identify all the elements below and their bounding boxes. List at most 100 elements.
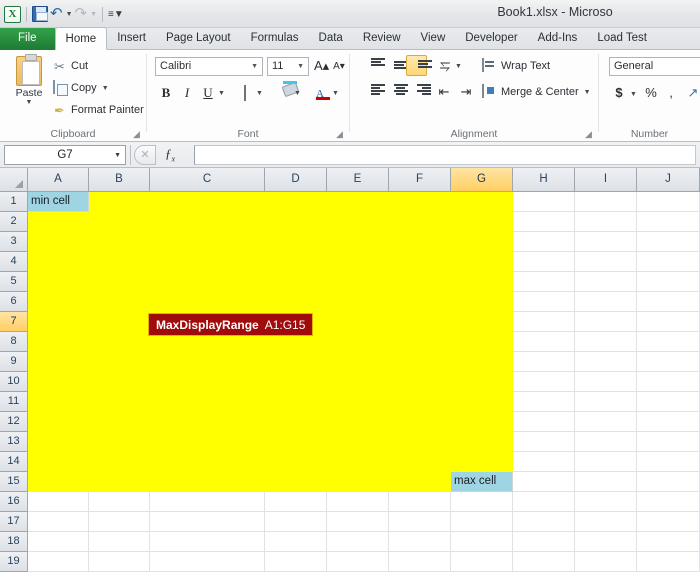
cell-H7[interactable] — [513, 312, 575, 332]
decrease-indent-icon[interactable]: ⇤ — [434, 82, 454, 102]
tab-developer[interactable]: Developer — [455, 28, 527, 50]
cell-I3[interactable] — [575, 232, 637, 252]
font-name-dropdown-icon[interactable]: ▼ — [251, 58, 258, 75]
row-header-2[interactable]: 2 — [0, 212, 28, 232]
underline-button[interactable]: U — [199, 83, 217, 103]
align-middle-icon[interactable] — [383, 56, 408, 76]
cell-D19[interactable] — [265, 552, 327, 572]
insert-function-icon[interactable]: ƒx — [156, 146, 184, 164]
font-color-dropdown-icon[interactable]: ▼ — [332, 90, 339, 97]
tab-formulas[interactable]: Formulas — [241, 28, 309, 50]
cell-J14[interactable] — [637, 452, 700, 472]
row-header-13[interactable]: 13 — [0, 432, 28, 452]
orientation-dropdown-icon[interactable]: ▼ — [455, 63, 462, 70]
cell-I14[interactable] — [575, 452, 637, 472]
column-header-C[interactable]: C — [150, 168, 265, 192]
cell-I15[interactable] — [575, 472, 637, 492]
cell-I4[interactable] — [575, 252, 637, 272]
tab-data[interactable]: Data — [309, 28, 353, 50]
cell-I1[interactable] — [575, 192, 637, 212]
cell-H13[interactable] — [513, 432, 575, 452]
align-left-icon[interactable] — [360, 82, 385, 102]
cell-E16[interactable] — [327, 492, 389, 512]
cell-J3[interactable] — [637, 232, 700, 252]
clipboard-dialog-launcher-icon[interactable]: ◢ — [133, 130, 142, 139]
cell-J16[interactable] — [637, 492, 700, 512]
cell-J8[interactable] — [637, 332, 700, 352]
cell-J18[interactable] — [637, 532, 700, 552]
align-center-icon[interactable] — [383, 82, 408, 102]
column-header-D[interactable]: D — [265, 168, 327, 192]
merge-center-button[interactable]: Merge & Center ▼ — [482, 82, 591, 102]
copy-dropdown-icon[interactable]: ▼ — [102, 85, 109, 92]
row-header-18[interactable]: 18 — [0, 532, 28, 552]
cancel-enter-icons[interactable]: ✕ — [134, 145, 156, 165]
tab-insert[interactable]: Insert — [107, 28, 156, 50]
cell-H11[interactable] — [513, 392, 575, 412]
cell-G19[interactable] — [451, 552, 513, 572]
tab-home[interactable]: Home — [54, 27, 108, 50]
cell-A16[interactable] — [28, 492, 89, 512]
cell-B17[interactable] — [89, 512, 150, 532]
name-box-dropdown-icon[interactable]: ▼ — [114, 146, 121, 165]
cell-H12[interactable] — [513, 412, 575, 432]
cell-E17[interactable] — [327, 512, 389, 532]
cell-I6[interactable] — [575, 292, 637, 312]
cell-E18[interactable] — [327, 532, 389, 552]
orientation-icon[interactable]: ⥧ — [435, 56, 455, 76]
column-header-A[interactable]: A — [28, 168, 89, 192]
column-header-H[interactable]: H — [513, 168, 575, 192]
tab-load-test[interactable]: Load Test — [587, 28, 657, 50]
cell-I13[interactable] — [575, 432, 637, 452]
cell-B18[interactable] — [89, 532, 150, 552]
increase-decimal-icon[interactable]: ↗ — [685, 84, 700, 104]
align-top-icon[interactable] — [360, 56, 385, 76]
cell-C16[interactable] — [150, 492, 265, 512]
copy-button[interactable]: Copy ▼ — [52, 78, 109, 98]
row-header-12[interactable]: 12 — [0, 412, 28, 432]
column-header-F[interactable]: F — [389, 168, 451, 192]
cell-J6[interactable] — [637, 292, 700, 312]
cell-H18[interactable] — [513, 532, 575, 552]
cell-I5[interactable] — [575, 272, 637, 292]
font-size-input[interactable]: 11 ▼ — [267, 57, 309, 76]
align-bottom-icon[interactable] — [406, 55, 432, 76]
row-header-15[interactable]: 15 — [0, 472, 28, 492]
row-header-19[interactable]: 19 — [0, 552, 28, 572]
cell-I10[interactable] — [575, 372, 637, 392]
cut-button[interactable]: ✂ Cut — [52, 56, 88, 76]
cell-G16[interactable] — [451, 492, 513, 512]
cell-I9[interactable] — [575, 352, 637, 372]
row-header-16[interactable]: 16 — [0, 492, 28, 512]
cell-G17[interactable] — [451, 512, 513, 532]
cell-I18[interactable] — [575, 532, 637, 552]
bold-button[interactable]: B — [157, 83, 175, 103]
cell-I11[interactable] — [575, 392, 637, 412]
row-header-5[interactable]: 5 — [0, 272, 28, 292]
increase-indent-icon[interactable]: ⇥ — [456, 82, 476, 102]
cell-C17[interactable] — [150, 512, 265, 532]
cell-I19[interactable] — [575, 552, 637, 572]
tab-add-ins[interactable]: Add-Ins — [528, 28, 588, 50]
cell-F18[interactable] — [389, 532, 451, 552]
column-header-J[interactable]: J — [637, 168, 700, 192]
row-header-11[interactable]: 11 — [0, 392, 28, 412]
cell-J12[interactable] — [637, 412, 700, 432]
row-header-4[interactable]: 4 — [0, 252, 28, 272]
row-header-1[interactable]: 1 — [0, 192, 28, 212]
align-right-icon[interactable] — [406, 82, 431, 102]
tab-view[interactable]: View — [411, 28, 456, 50]
cell-I7[interactable] — [575, 312, 637, 332]
column-header-I[interactable]: I — [575, 168, 637, 192]
paste-button[interactable]: Paste ▼ — [8, 54, 50, 120]
cell-J17[interactable] — [637, 512, 700, 532]
font-size-dropdown-icon[interactable]: ▼ — [297, 58, 304, 75]
cell-J1[interactable] — [637, 192, 700, 212]
cell-H10[interactable] — [513, 372, 575, 392]
row-header-14[interactable]: 14 — [0, 452, 28, 472]
cell-H1[interactable] — [513, 192, 575, 212]
name-box[interactable]: G7 ▼ — [4, 145, 126, 165]
cell-E19[interactable] — [327, 552, 389, 572]
cell-J15[interactable] — [637, 472, 700, 492]
cell-J13[interactable] — [637, 432, 700, 452]
